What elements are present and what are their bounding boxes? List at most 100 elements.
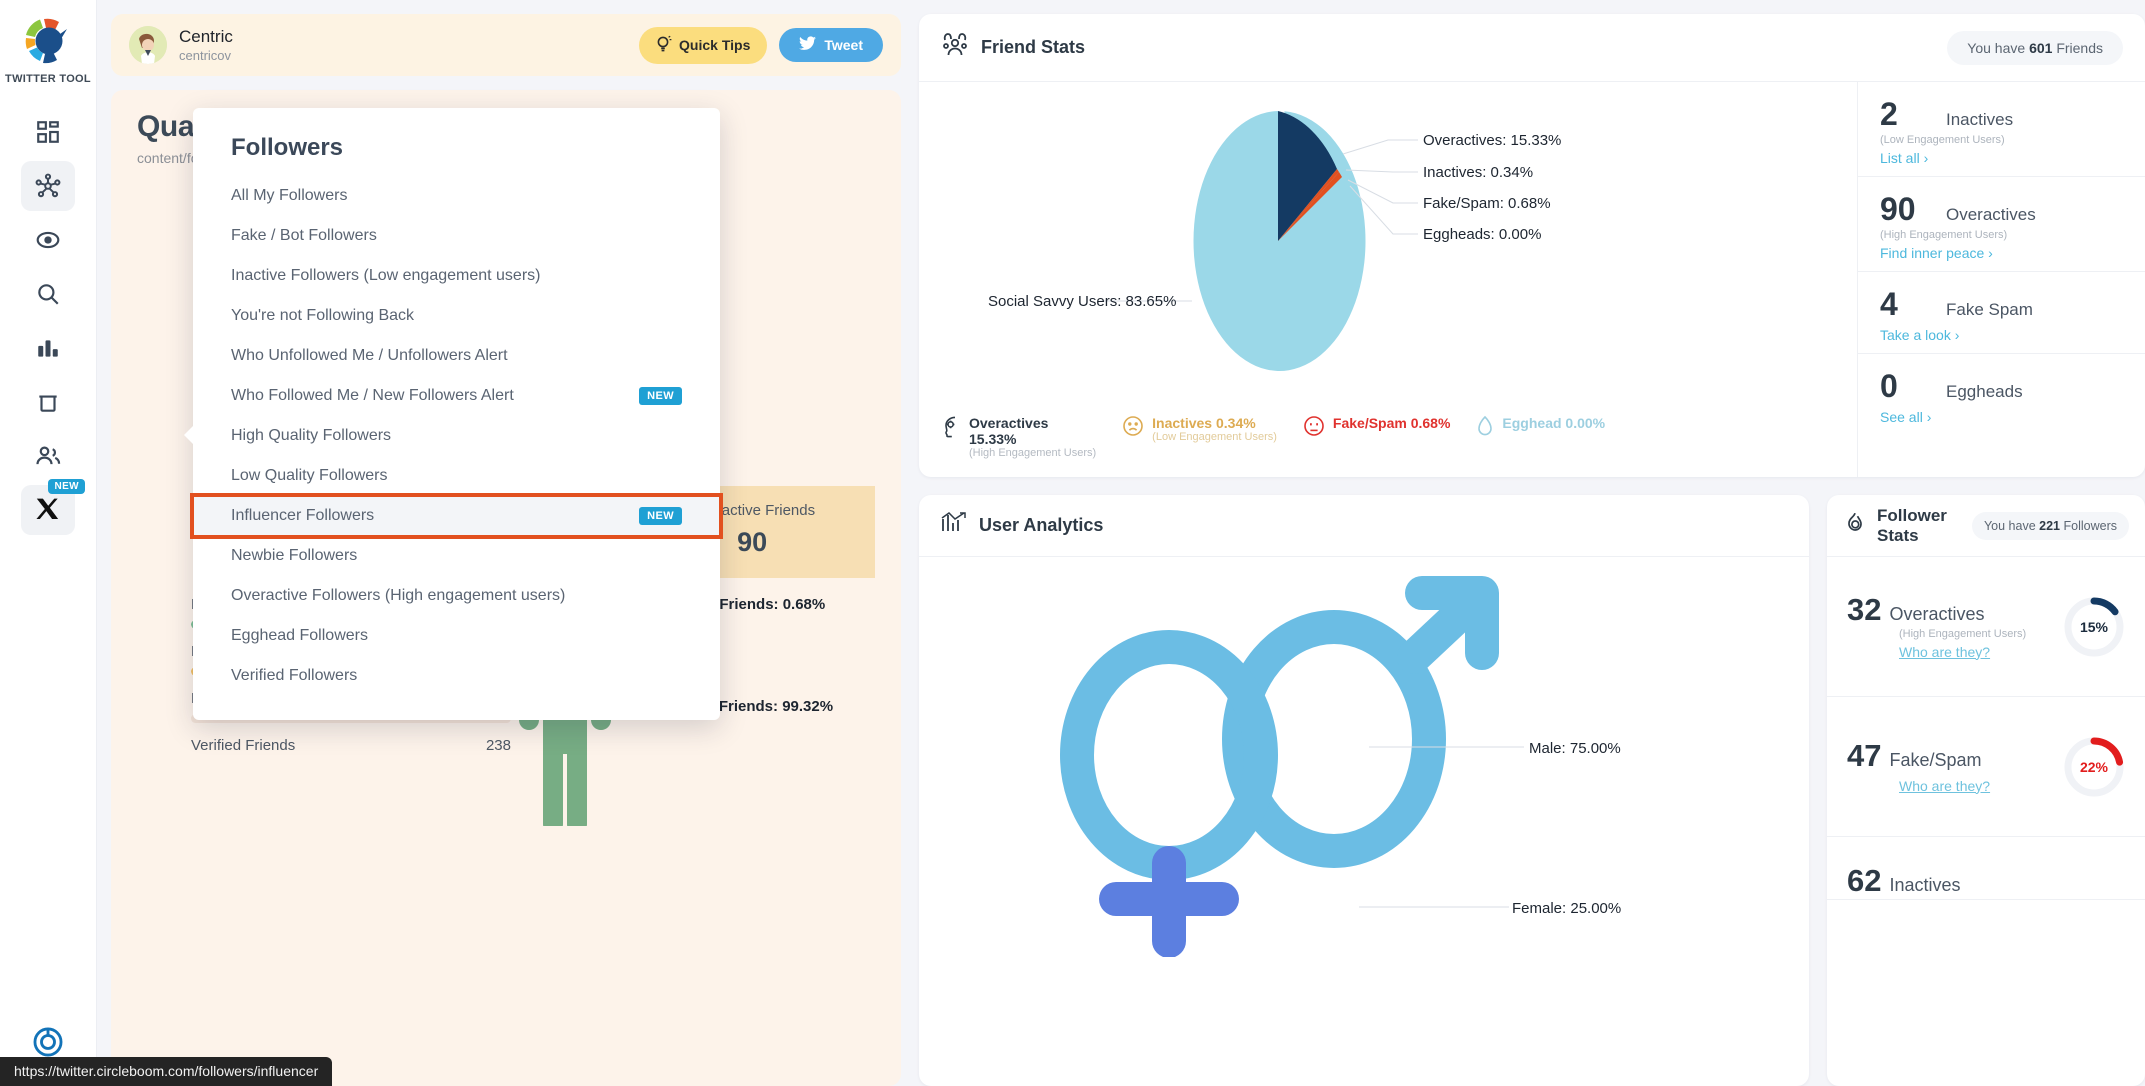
sidebar-item-network[interactable] [21,161,75,211]
brain-icon [941,415,961,444]
network-icon [34,172,62,200]
sidebar-item-dashboard[interactable] [21,107,75,157]
menu-item-verified-followers[interactable]: Verified Followers [193,656,720,696]
friend-stat-label: Eggheads [1946,382,2023,401]
bar-chart-icon [35,335,61,361]
legend-title: Egghead 0.00% [1502,415,1606,431]
menu-item-overactive-followers[interactable]: Overactive Followers (High engagement us… [193,576,720,616]
friend-stat-row: 2 Inactives (Low Engagement Users) List … [1858,82,2145,177]
follower-stats-header: Follower Stats You have 221 Followers [1827,495,2145,557]
profile-names: Centric centricov [179,26,233,64]
tweet-button[interactable]: Tweet [779,28,883,62]
frown-face-icon [1303,415,1325,442]
menu-item-label: Influencer Followers [231,507,375,524]
menu-item-high-quality-followers[interactable]: High Quality Followers [193,416,720,456]
menu-item-who-unfollowed-me[interactable]: Who Unfollowed Me / Unfollowers Alert [193,336,720,376]
twitter-bird-icon [799,36,817,54]
sidebar-item-users[interactable] [21,431,75,481]
follower-stat-label: Fake/Spam [1889,749,1982,770]
friends-pill-prefix: You have [1967,39,2026,56]
menu-item-not-following-back[interactable]: You're not Following Back [193,296,720,336]
legend-title: Inactives 0.34% [1152,415,1256,431]
user-analytics-body: Male: 75.00% Female: 25.00% [919,557,1809,1086]
follower-stat-link[interactable]: Who are they? [1899,644,1990,660]
sidebar-item-search[interactable] [21,269,75,319]
menu-item-label: Who Followed Me / New Followers Alert [231,387,514,404]
legend-item-inactives: Inactives 0.34% (Low Engagement Users) [1122,415,1277,443]
menu-item-influencer-followers[interactable]: Influencer Followers NEW [190,493,723,539]
donut-value: 15% [2079,618,2109,635]
menu-item-who-followed-me[interactable]: Who Followed Me / New Followers Alert NE… [193,376,720,416]
app-logo[interactable]: TWITTER TOOL [5,14,91,85]
friend-stat-value: 2 [1880,96,1898,132]
right-column: Friend Stats You have 601 Friends Overac… [919,14,2145,1086]
sidebar-item-x[interactable]: NEW [21,479,85,535]
menu-item-newbie-followers[interactable]: Newbie Followers [193,536,720,576]
friend-stats-card: Friend Stats You have 601 Friends Overac… [919,14,2145,477]
followers-pill-value: 221 [2039,518,2061,533]
circleboom-logo-icon [21,14,75,68]
user-analytics-header: User Analytics [919,495,1809,557]
menu-item-new-badge: NEW [639,507,682,525]
sidebar-item-trash[interactable] [21,377,75,427]
friend-stats-header: Friend Stats You have 601 Friends [919,14,2145,82]
friend-stat-link[interactable]: See all › [1880,409,2123,425]
sidebar-item-analytics[interactable] [21,323,75,373]
friend-stat-label: Inactives [1946,110,2014,129]
quick-tips-button[interactable]: Quick Tips [639,26,768,64]
friend-stat-row: 0 Eggheads See all › [1858,354,2145,435]
profile-actions: Quick Tips Tweet [639,26,883,64]
friends-count-pill: You have 601 Friends [1947,30,2123,65]
menu-item-inactive-followers[interactable]: Inactive Followers (Low engagement users… [193,256,720,296]
menu-item-label: Low Quality Followers [231,467,388,484]
legend-title: Fake/Spam 0.68% [1332,415,1451,431]
menu-item-fake-bot-followers[interactable]: Fake / Bot Followers [193,216,720,256]
quick-tips-label: Quick Tips [679,37,751,53]
profile-display-name: Centric [179,27,233,47]
menu-item-label: Verified Followers [231,667,358,684]
friend-stat-value: 90 [1880,191,1916,227]
legend-title: Overactives [969,415,1049,431]
friend-stat-link[interactable]: List all › [1880,150,2123,166]
flame-icon [1843,511,1867,541]
left-icon-rail: TWITTER TOOL NEW [0,0,97,1086]
menu-item-label: Fake / Bot Followers [231,227,377,244]
friend-stat-value: 4 [1880,286,1898,322]
engagement-row: Verified Friends 238 [191,737,511,754]
sidebar-item-target[interactable] [21,215,75,265]
friend-stat-link[interactable]: Find inner peace › [1880,245,2123,261]
pie-label-overactives: Overactives: 15.33% [1423,132,1561,149]
menu-item-low-quality-followers[interactable]: Low Quality Followers [193,456,720,496]
main-content: Centric centricov Quick Tips Tweet Quali… [97,0,2145,1086]
follower-stat-sub: (High Engagement Users) [1899,627,2027,640]
legend-sub: (High Engagement Users) [969,447,1097,459]
tweet-label: Tweet [824,37,863,53]
legend-item-egghead: Egghead 0.00% [1476,415,1605,442]
followers-pill-suffix: Followers [2063,518,2118,533]
menu-item-new-badge: NEW [639,387,682,405]
friend-stat-link[interactable]: Take a look › [1880,327,2123,343]
target-icon [35,227,61,253]
menu-item-all-my-followers[interactable]: All My Followers [193,176,720,216]
menu-item-label: Overactive Followers (High engagement us… [231,587,566,604]
followers-count-pill: You have 221 Followers [1971,511,2129,540]
friends-group-icon [941,32,969,63]
legend-item-fakespam: Fake/Spam 0.68% [1303,415,1451,442]
x-icon [34,496,62,524]
pie-label-social-savvy: Social Savvy Users: 83.65% [988,293,1176,310]
follower-stat-row: 32 Overactives (High Engagement Users) W… [1827,557,2145,697]
friends-pill-value: 601 [2029,39,2053,56]
avatar[interactable] [129,26,167,64]
friend-stats-legend: Overactives 15.33% (High Engagement User… [919,411,1857,477]
menu-item-egghead-followers[interactable]: Egghead Followers [193,616,720,656]
legend-value: 15.33% [969,431,1017,447]
fakespam-donut-chart: 22% [2063,736,2125,798]
menu-item-label: High Quality Followers [231,427,392,444]
followers-dropdown-menu[interactable]: Followers All My Followers Fake / Bot Fo… [184,108,723,720]
user-analytics-title: User Analytics [979,515,1104,535]
gender-symbol-chart: Male: 75.00% Female: 25.00% [1060,576,1621,958]
follower-stat-value: 62 [1847,863,1882,898]
friend-stat-label: Overactives [1946,205,2036,224]
follower-stat-link[interactable]: Who are they? [1899,778,1990,794]
dropdown-title: Followers [231,134,344,161]
